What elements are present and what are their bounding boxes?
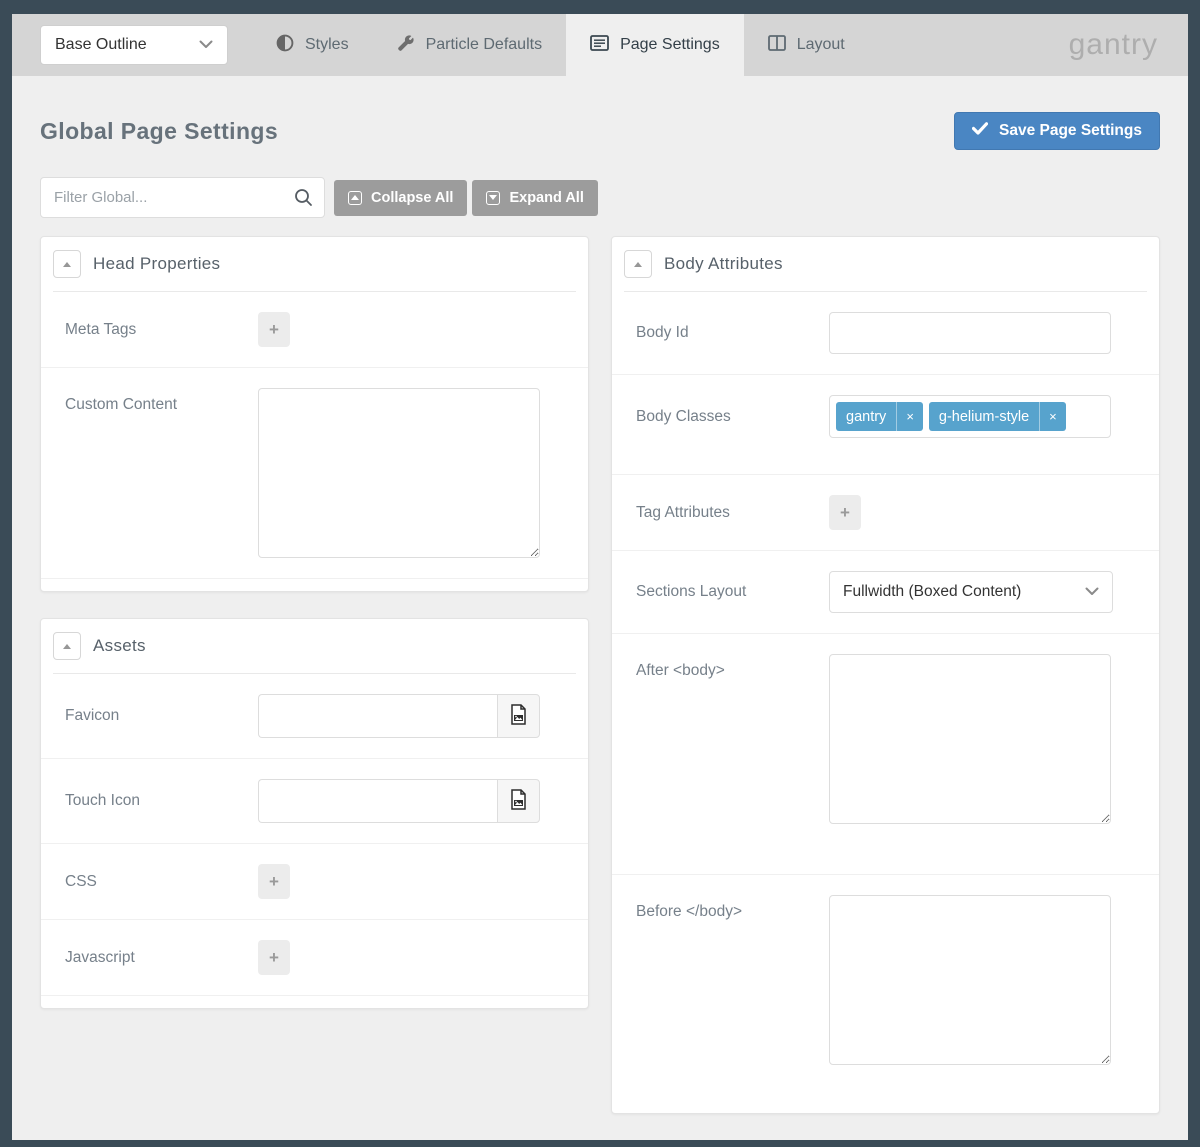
main-content: Global Page Settings Save Page Settings …	[12, 76, 1188, 1140]
field-label: Tag Attributes	[636, 504, 829, 522]
tab-label: Page Settings	[620, 36, 720, 54]
caret-up-icon	[63, 644, 71, 649]
tab-label: Particle Defaults	[426, 36, 543, 54]
field-label: Touch Icon	[65, 792, 258, 810]
field-label: Body Id	[636, 324, 829, 342]
field-label: Javascript	[65, 949, 258, 967]
after-body-field: After <body>	[612, 634, 1159, 875]
save-button-label: Save Page Settings	[999, 122, 1142, 140]
caret-up-icon	[63, 262, 71, 267]
app-frame: Base Outline Styles Particle Defaults	[12, 14, 1188, 1140]
body-classes-input[interactable]: gantry×g-helium-style×	[829, 395, 1111, 438]
body-id-input[interactable]	[829, 312, 1111, 354]
panel-title: Assets	[93, 636, 146, 656]
sections-layout-select[interactable]: Fullwidth (Boxed Content)	[829, 571, 1113, 613]
outline-selector[interactable]: Base Outline	[40, 25, 228, 65]
after-body-textarea[interactable]	[829, 654, 1111, 824]
panel-title: Body Attributes	[664, 254, 783, 274]
css-field: CSS +	[41, 844, 588, 920]
page-title: Global Page Settings	[40, 118, 278, 145]
body-class-tag: g-helium-style×	[929, 402, 1066, 431]
caret-square-down-icon	[486, 191, 500, 205]
tag-remove-icon[interactable]: ×	[896, 402, 923, 431]
custom-content-textarea[interactable]	[258, 388, 540, 558]
add-javascript-button[interactable]: +	[258, 940, 290, 975]
meta-tags-field: Meta Tags +	[41, 292, 588, 368]
panel-title: Head Properties	[93, 254, 220, 274]
tag-label: gantry	[836, 409, 896, 425]
field-label: Meta Tags	[65, 321, 258, 339]
caret-square-up-icon	[348, 191, 362, 205]
page-list-icon	[590, 35, 609, 56]
image-file-icon	[510, 789, 527, 813]
field-label: Body Classes	[636, 408, 829, 426]
add-css-button[interactable]: +	[258, 864, 290, 899]
wrench-icon	[397, 34, 415, 57]
top-navigation-bar: Base Outline Styles Particle Defaults	[12, 14, 1188, 76]
collapse-panel-button[interactable]	[53, 250, 81, 278]
field-label: Sections Layout	[636, 583, 829, 601]
save-page-settings-button[interactable]: Save Page Settings	[954, 112, 1160, 150]
filter-global-input[interactable]	[40, 177, 325, 218]
custom-content-field: Custom Content	[41, 368, 588, 579]
outline-selector-value: Base Outline	[55, 36, 147, 54]
field-label: Favicon	[65, 707, 258, 725]
select-value: Fullwidth (Boxed Content)	[843, 583, 1021, 601]
layout-columns-icon	[768, 35, 786, 56]
contrast-icon	[276, 34, 294, 57]
before-body-field: Before </body>	[612, 875, 1159, 1101]
collapse-panel-button[interactable]	[624, 250, 652, 278]
expand-all-label: Expand All	[509, 190, 583, 206]
chevron-down-icon	[1085, 583, 1099, 601]
tag-remove-icon[interactable]: ×	[1039, 402, 1066, 431]
tag-label: g-helium-style	[929, 409, 1039, 425]
before-body-textarea[interactable]	[829, 895, 1111, 1065]
tab-label: Layout	[797, 36, 845, 54]
touch-icon-input[interactable]	[258, 779, 497, 823]
javascript-field: Javascript +	[41, 920, 588, 996]
field-label: Custom Content	[65, 396, 258, 414]
favicon-input[interactable]	[258, 694, 497, 738]
head-properties-panel: Head Properties Meta Tags + Custom Conte…	[40, 236, 589, 592]
tab-page-settings[interactable]: Page Settings	[566, 14, 744, 76]
touch-icon-field: Touch Icon	[41, 759, 588, 844]
body-classes-field: Body Classes gantry×g-helium-style×	[612, 375, 1159, 475]
pick-image-button[interactable]	[497, 694, 540, 738]
expand-all-button[interactable]: Expand All	[472, 180, 597, 216]
add-meta-tag-button[interactable]: +	[258, 312, 290, 347]
favicon-field: Favicon	[41, 674, 588, 759]
check-icon	[972, 122, 988, 140]
field-label: Before </body>	[636, 903, 829, 921]
sections-layout-field: Sections Layout Fullwidth (Boxed Content…	[612, 551, 1159, 634]
tab-styles[interactable]: Styles	[252, 14, 373, 76]
pick-image-button[interactable]	[497, 779, 540, 823]
assets-panel: Assets Favicon	[40, 618, 589, 1009]
image-file-icon	[510, 704, 527, 728]
search-icon	[294, 188, 313, 212]
tab-label: Styles	[305, 36, 349, 54]
tab-layout[interactable]: Layout	[744, 14, 869, 76]
tag-attributes-field: Tag Attributes +	[612, 475, 1159, 551]
chevron-down-icon	[199, 36, 213, 54]
body-id-field: Body Id	[612, 292, 1159, 375]
tab-particle-defaults[interactable]: Particle Defaults	[373, 14, 567, 76]
tab-bar: Styles Particle Defaults Page Settings L…	[252, 14, 869, 76]
collapse-panel-button[interactable]	[53, 632, 81, 660]
collapse-all-label: Collapse All	[371, 190, 453, 206]
caret-up-icon	[634, 262, 642, 267]
gantry-logo: gantry	[1069, 28, 1158, 62]
field-label: CSS	[65, 873, 258, 891]
field-label: After <body>	[636, 662, 829, 680]
body-attributes-panel: Body Attributes Body Id Body Classes gan…	[611, 236, 1160, 1114]
collapse-all-button[interactable]: Collapse All	[334, 180, 467, 216]
add-tag-attribute-button[interactable]: +	[829, 495, 861, 530]
body-class-tag: gantry×	[836, 402, 923, 431]
